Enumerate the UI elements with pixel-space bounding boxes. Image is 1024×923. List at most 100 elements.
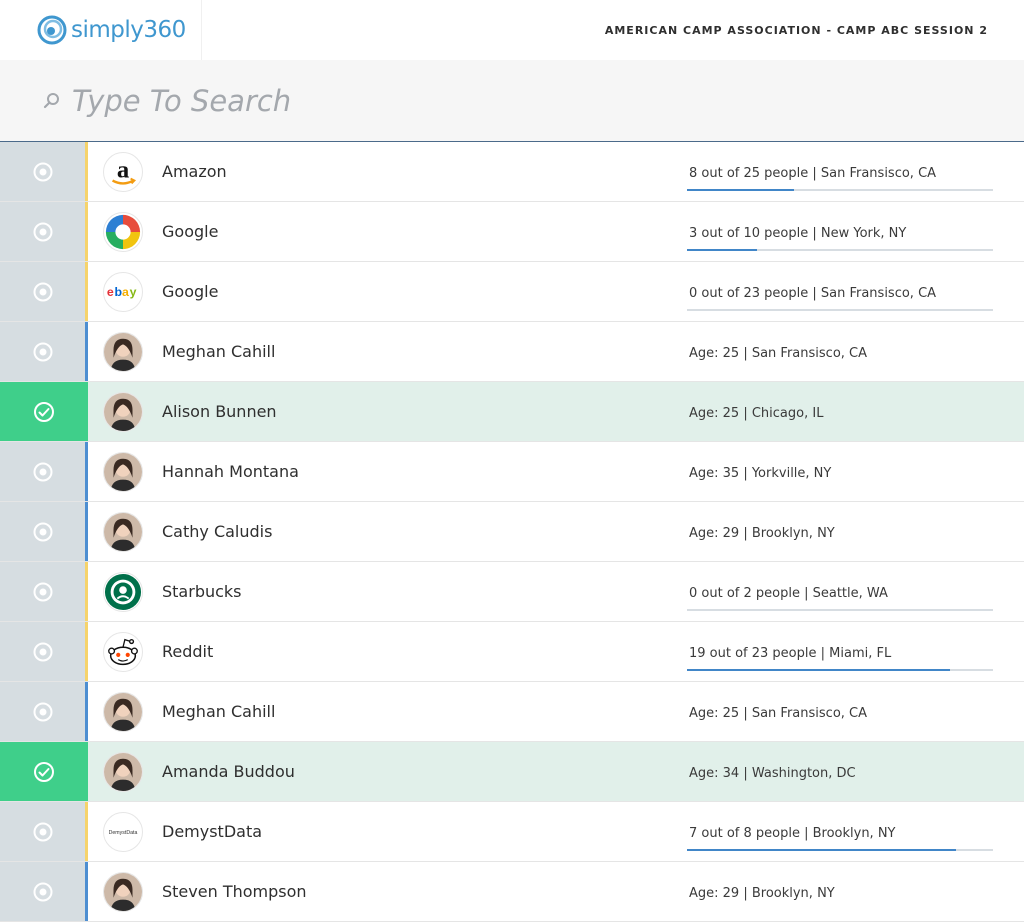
company-type-indicator xyxy=(85,202,88,261)
item-name: Meghan Cahill xyxy=(162,342,276,361)
select-toggle[interactable] xyxy=(0,682,85,741)
list-item[interactable]: Reddit 19 out of 23 people | Miami, FL xyxy=(0,622,1024,682)
item-name: Hannah Montana xyxy=(162,462,299,481)
radio-circle-icon xyxy=(33,282,52,301)
list-item[interactable]: Meghan Cahill Age: 25 | San Fransisco, CA xyxy=(0,682,1024,742)
company-type-indicator xyxy=(85,622,88,681)
check-circle-icon xyxy=(34,761,54,782)
capacity-progress-bar xyxy=(687,189,993,191)
select-toggle[interactable] xyxy=(0,442,85,501)
capacity-progress-bar xyxy=(687,669,993,671)
select-toggle[interactable] xyxy=(0,622,85,681)
radio-circle-icon xyxy=(33,702,52,721)
radio-circle-icon xyxy=(33,462,52,481)
item-info-text: 0 out of 2 people | Seattle, WA xyxy=(689,586,888,601)
radio-circle-icon xyxy=(33,162,52,181)
item-name: Starbucks xyxy=(162,582,242,601)
item-info-text: Age: 25 | San Fransisco, CA xyxy=(689,346,868,361)
list-item[interactable]: Google 3 out of 10 people | New York, NY xyxy=(0,202,1024,262)
list-item[interactable]: Alison Bunnen Age: 25 | Chicago, IL xyxy=(0,382,1024,442)
svg-text:a: a xyxy=(117,156,129,183)
item-info-text: Age: 35 | Yorkville, NY xyxy=(689,466,832,481)
list-item[interactable]: Amanda Buddou Age: 34 | Washington, DC xyxy=(0,742,1024,802)
avatar xyxy=(103,391,143,432)
select-toggle[interactable] xyxy=(0,742,88,801)
item-info: 7 out of 8 people | Brooklyn, NY xyxy=(687,802,994,862)
item-name: Google xyxy=(162,282,219,301)
avatar xyxy=(103,751,143,792)
item-info: 0 out of 23 people | San Fransisco, CA xyxy=(687,262,994,322)
capacity-progress-bar xyxy=(687,249,993,251)
item-info-text: 8 out of 25 people | San Fransisco, CA xyxy=(689,166,937,181)
person-type-indicator xyxy=(85,442,88,501)
select-toggle[interactable] xyxy=(0,202,85,261)
item-name: Steven Thompson xyxy=(162,882,307,901)
search-input[interactable] xyxy=(72,83,672,118)
item-info: Age: 29 | Brooklyn, NY xyxy=(689,862,994,922)
person-type-indicator xyxy=(85,322,88,381)
item-info: Age: 25 | San Fransisco, CA xyxy=(689,322,994,382)
capacity-progress-fill xyxy=(687,189,795,191)
item-name: Google xyxy=(162,222,219,241)
item-info-text: 0 out of 23 people | San Fransisco, CA xyxy=(689,286,937,301)
list-item[interactable]: Starbucks 0 out of 2 people | Seattle, WA xyxy=(0,562,1024,622)
list-item[interactable]: Hannah Montana Age: 35 | Yorkville, NY xyxy=(0,442,1024,502)
item-info: Age: 25 | Chicago, IL xyxy=(689,382,994,442)
select-toggle[interactable] xyxy=(0,562,85,621)
radio-circle-icon xyxy=(33,582,52,601)
brand[interactable]: simply360 xyxy=(0,0,202,60)
avatar xyxy=(103,331,143,372)
search-bar xyxy=(0,60,1024,142)
item-info: Age: 25 | San Fransisco, CA xyxy=(689,682,994,742)
select-toggle[interactable] xyxy=(0,142,85,201)
item-info: Age: 35 | Yorkville, NY xyxy=(689,442,994,502)
header: simply360 AMERICAN CAMP ASSOCIATION - CA… xyxy=(0,0,1024,60)
item-name: Amazon xyxy=(162,162,227,181)
item-info: 0 out of 2 people | Seattle, WA xyxy=(687,562,994,622)
item-info-text: 19 out of 23 people | Miami, FL xyxy=(689,646,892,661)
item-name: Cathy Caludis xyxy=(162,522,273,541)
session-title: AMERICAN CAMP ASSOCIATION - CAMP ABC SES… xyxy=(604,23,988,37)
brand-name: simply360 xyxy=(71,17,186,43)
item-info: Age: 29 | Brooklyn, NY xyxy=(689,502,994,562)
list-item[interactable]: Steven Thompson Age: 29 | Brooklyn, NY xyxy=(0,862,1024,922)
select-toggle[interactable] xyxy=(0,862,85,921)
list-item[interactable]: DemystData DemystData 7 out of 8 people | … xyxy=(0,802,1024,862)
item-info: 8 out of 25 people | San Fransisco, CA xyxy=(687,142,994,202)
list-item[interactable]: Cathy Caludis Age: 29 | Brooklyn, NY xyxy=(0,502,1024,562)
item-info: 19 out of 23 people | Miami, FL xyxy=(687,622,994,682)
list-item[interactable]: a Amazon 8 out of 25 people | San Fransisc… xyxy=(0,142,1024,202)
svg-text:e: e xyxy=(107,284,114,298)
avatar xyxy=(103,451,143,492)
radio-circle-icon xyxy=(33,222,52,241)
capacity-progress-bar xyxy=(687,309,993,311)
item-info-text: Age: 25 | San Fransisco, CA xyxy=(689,706,868,721)
list-item[interactable]: Meghan Cahill Age: 25 | San Fransisco, CA xyxy=(0,322,1024,382)
select-toggle[interactable] xyxy=(0,382,88,441)
item-info-text: 7 out of 8 people | Brooklyn, NY xyxy=(689,826,896,841)
select-toggle[interactable] xyxy=(0,502,85,561)
item-info-text: Age: 25 | Chicago, IL xyxy=(689,406,824,421)
amazon-logo-icon: a xyxy=(103,151,143,192)
person-type-indicator xyxy=(85,502,88,561)
select-toggle[interactable] xyxy=(0,262,85,321)
entity-list: a Amazon 8 out of 25 people | San Fransisc… xyxy=(0,142,1024,922)
svg-text:DemystData: DemystData xyxy=(109,829,138,835)
select-toggle[interactable] xyxy=(0,802,85,861)
item-name: Amanda Buddou xyxy=(162,762,295,781)
company-type-indicator xyxy=(85,562,88,621)
check-circle-icon xyxy=(34,401,54,422)
radio-circle-icon xyxy=(33,342,52,361)
reddit-logo-icon xyxy=(103,631,143,672)
item-name: Alison Bunnen xyxy=(162,402,277,421)
item-name: DemystData xyxy=(162,822,263,841)
capacity-progress-bar xyxy=(687,609,993,611)
radio-circle-icon xyxy=(33,522,52,541)
svg-text:y: y xyxy=(130,284,137,298)
select-toggle[interactable] xyxy=(0,322,85,381)
avatar xyxy=(103,871,143,912)
list-item[interactable]: e b a y Google 0 out of 23 people | San Frans… xyxy=(0,262,1024,322)
avatar xyxy=(103,511,143,552)
item-info-text: 3 out of 10 people | New York, NY xyxy=(689,226,907,241)
item-info: 3 out of 10 people | New York, NY xyxy=(687,202,994,262)
